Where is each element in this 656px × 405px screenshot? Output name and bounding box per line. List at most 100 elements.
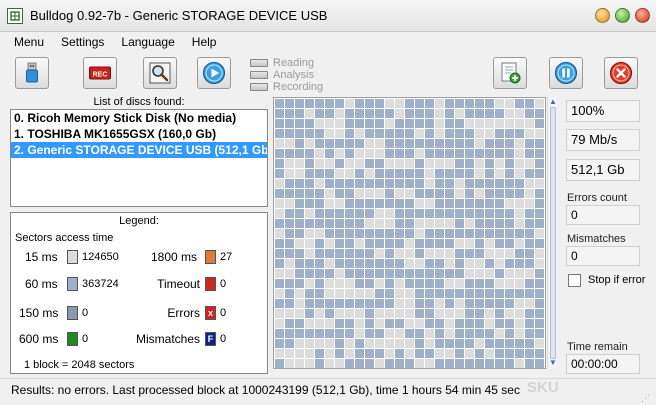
map-block bbox=[335, 159, 344, 168]
map-block bbox=[515, 219, 524, 228]
app-icon bbox=[7, 8, 23, 24]
map-block bbox=[345, 219, 354, 228]
map-block bbox=[405, 359, 414, 368]
map-block bbox=[285, 299, 294, 308]
map-block bbox=[535, 319, 544, 328]
map-block bbox=[395, 339, 404, 348]
map-block bbox=[405, 229, 414, 238]
map-block bbox=[445, 329, 454, 338]
legend-row: 150 ms 0 bbox=[19, 306, 89, 320]
map-block bbox=[465, 149, 474, 158]
map-block bbox=[445, 299, 454, 308]
legend-panel: Legend: Sectors access time 15 ms 124650… bbox=[10, 212, 268, 374]
menu-item-menu[interactable]: Menu bbox=[6, 32, 53, 52]
map-block bbox=[435, 139, 444, 148]
map-block bbox=[515, 109, 524, 118]
menu-item-language[interactable]: Language bbox=[113, 32, 183, 52]
map-block bbox=[485, 179, 494, 188]
map-block bbox=[485, 199, 494, 208]
map-block bbox=[525, 199, 534, 208]
map-block bbox=[345, 329, 354, 338]
map-block bbox=[455, 249, 464, 258]
map-block bbox=[535, 129, 544, 138]
map-block bbox=[305, 229, 314, 238]
map-block bbox=[375, 239, 384, 248]
map-block bbox=[475, 99, 484, 108]
map-block bbox=[415, 159, 424, 168]
map-block bbox=[495, 249, 504, 258]
map-block bbox=[355, 349, 364, 358]
report-button[interactable] bbox=[493, 57, 527, 89]
analyze-button[interactable] bbox=[143, 57, 177, 89]
map-block bbox=[445, 349, 454, 358]
map-block bbox=[385, 349, 394, 358]
map-block bbox=[325, 129, 334, 138]
map-block bbox=[275, 249, 284, 258]
map-block bbox=[495, 199, 504, 208]
map-block bbox=[385, 329, 394, 338]
map-block bbox=[315, 169, 324, 178]
map-block bbox=[395, 229, 404, 238]
maximize-button[interactable] bbox=[615, 8, 630, 23]
stop-button[interactable] bbox=[604, 57, 638, 89]
map-block bbox=[385, 109, 394, 118]
map-block bbox=[285, 159, 294, 168]
map-block bbox=[405, 269, 414, 278]
map-block bbox=[335, 109, 344, 118]
map-block bbox=[455, 159, 464, 168]
map-block bbox=[485, 289, 494, 298]
map-block bbox=[525, 249, 534, 258]
map-block bbox=[425, 259, 434, 268]
map-block bbox=[475, 139, 484, 148]
usb-button[interactable] bbox=[15, 57, 49, 89]
map-scrollbar[interactable]: ▲ ▼ bbox=[547, 97, 557, 369]
close-button[interactable] bbox=[635, 8, 650, 23]
map-block bbox=[505, 199, 514, 208]
start-button[interactable] bbox=[197, 57, 231, 89]
map-block bbox=[335, 119, 344, 128]
map-block bbox=[515, 129, 524, 138]
map-block bbox=[485, 259, 494, 268]
map-block bbox=[395, 119, 404, 128]
map-block bbox=[295, 99, 304, 108]
map-block bbox=[295, 299, 304, 308]
stop-if-error-checkbox[interactable] bbox=[568, 274, 581, 287]
scroll-thumb[interactable] bbox=[550, 107, 556, 359]
map-block bbox=[435, 259, 444, 268]
map-block bbox=[435, 289, 444, 298]
map-block bbox=[415, 259, 424, 268]
map-block bbox=[335, 179, 344, 188]
swatch-15ms bbox=[67, 250, 78, 264]
left-panel: List of discs found: 0. Ricoh Memory Sti… bbox=[8, 96, 270, 378]
map-block bbox=[515, 249, 524, 258]
map-block bbox=[515, 309, 524, 318]
disc-item-selected[interactable]: 2. Generic STORAGE DEVICE USB (512,1 Gb)… bbox=[11, 142, 267, 158]
disc-item[interactable]: 0. Ricoh Memory Stick Disk (No media) bbox=[11, 110, 267, 126]
pause-button[interactable] bbox=[549, 57, 583, 89]
map-block bbox=[425, 309, 434, 318]
map-block bbox=[345, 179, 354, 188]
map-block bbox=[405, 219, 414, 228]
menu-item-settings[interactable]: Settings bbox=[53, 32, 113, 52]
map-block bbox=[305, 349, 314, 358]
map-block bbox=[435, 319, 444, 328]
map-block bbox=[305, 119, 314, 128]
map-block bbox=[275, 359, 284, 368]
map-block bbox=[345, 139, 354, 148]
scroll-up-icon[interactable]: ▲ bbox=[548, 97, 558, 107]
resize-grip-icon[interactable]: ⋰ bbox=[641, 392, 653, 404]
discs-list[interactable]: 0. Ricoh Memory Stick Disk (No media) 1.… bbox=[10, 109, 268, 207]
record-button[interactable]: REC bbox=[83, 57, 117, 89]
scroll-down-icon[interactable]: ▼ bbox=[548, 358, 558, 368]
disc-item[interactable]: 1. TOSHIBA MK1655GSX (160,0 Gb) bbox=[11, 126, 267, 142]
map-block bbox=[505, 139, 514, 148]
stop-if-error-label[interactable]: Stop if error bbox=[588, 274, 645, 286]
map-block bbox=[365, 209, 374, 218]
mismatch-f-icon: F bbox=[207, 334, 214, 344]
map-block bbox=[325, 109, 334, 118]
menu-item-help[interactable]: Help bbox=[184, 32, 226, 52]
map-block bbox=[485, 149, 494, 158]
map-block bbox=[395, 99, 404, 108]
minimize-button[interactable] bbox=[595, 8, 610, 23]
map-block bbox=[365, 199, 374, 208]
